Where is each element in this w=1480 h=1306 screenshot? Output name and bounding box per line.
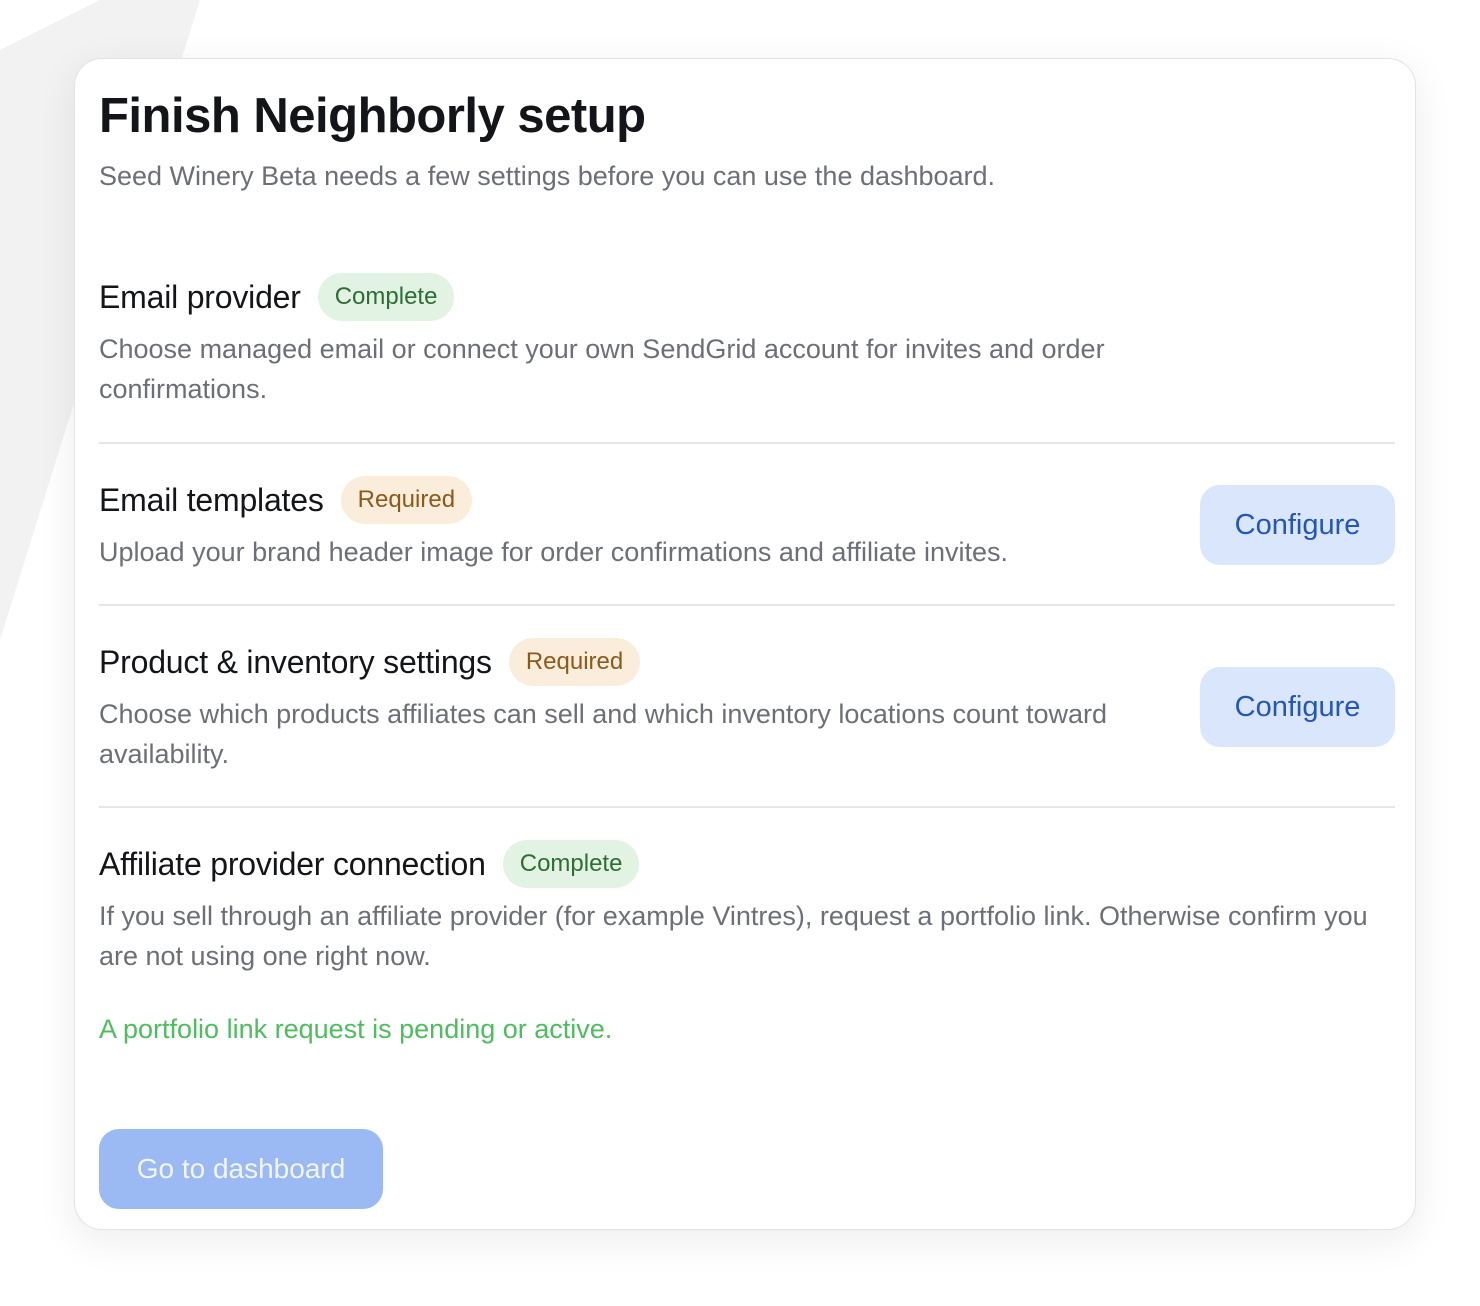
status-badge: Required <box>340 476 473 524</box>
step-header: Email provider Complete <box>99 273 1395 321</box>
step-header: Affiliate provider connection Complete <box>99 840 1395 888</box>
go-to-dashboard-button[interactable]: Go to dashboard <box>99 1129 383 1209</box>
step-description: Upload your brand header image for order… <box>99 537 1009 567</box>
step-description: If you sell through an affiliate provide… <box>99 901 1368 971</box>
step-title: Affiliate provider connection <box>99 845 486 882</box>
page-title: Finish Neighborly setup <box>99 89 646 143</box>
status-badge: Complete <box>317 273 455 321</box>
divider <box>99 442 1395 444</box>
configure-email-templates-button[interactable]: Configure <box>1200 485 1395 565</box>
portfolio-link-status: A portfolio link request is pending or a… <box>99 1014 613 1044</box>
setup-card: Finish Neighborly setup Seed Winery Beta… <box>74 58 1416 1230</box>
setup-step-email-templates: Email templates Required Upload your bra… <box>99 476 1395 572</box>
divider <box>99 604 1395 606</box>
step-description: Choose which products affiliates can sel… <box>99 699 1108 769</box>
setup-step-product-inventory: Product & inventory settings Required Ch… <box>99 638 1395 774</box>
divider <box>99 806 1395 808</box>
step-title: Product & inventory settings <box>99 643 492 680</box>
step-description: Choose managed email or connect your own… <box>99 334 1105 404</box>
setup-step-affiliate-provider: Affiliate provider connection Complete I… <box>99 840 1395 976</box>
status-badge: Complete <box>502 840 640 888</box>
page-subtitle: Seed Winery Beta needs a few settings be… <box>99 161 996 191</box>
step-title: Email provider <box>99 278 301 315</box>
step-title: Email templates <box>99 481 324 518</box>
status-badge: Required <box>508 638 641 686</box>
configure-product-inventory-button[interactable]: Configure <box>1200 667 1395 747</box>
setup-step-email-provider: Email provider Complete Choose managed e… <box>99 273 1395 409</box>
